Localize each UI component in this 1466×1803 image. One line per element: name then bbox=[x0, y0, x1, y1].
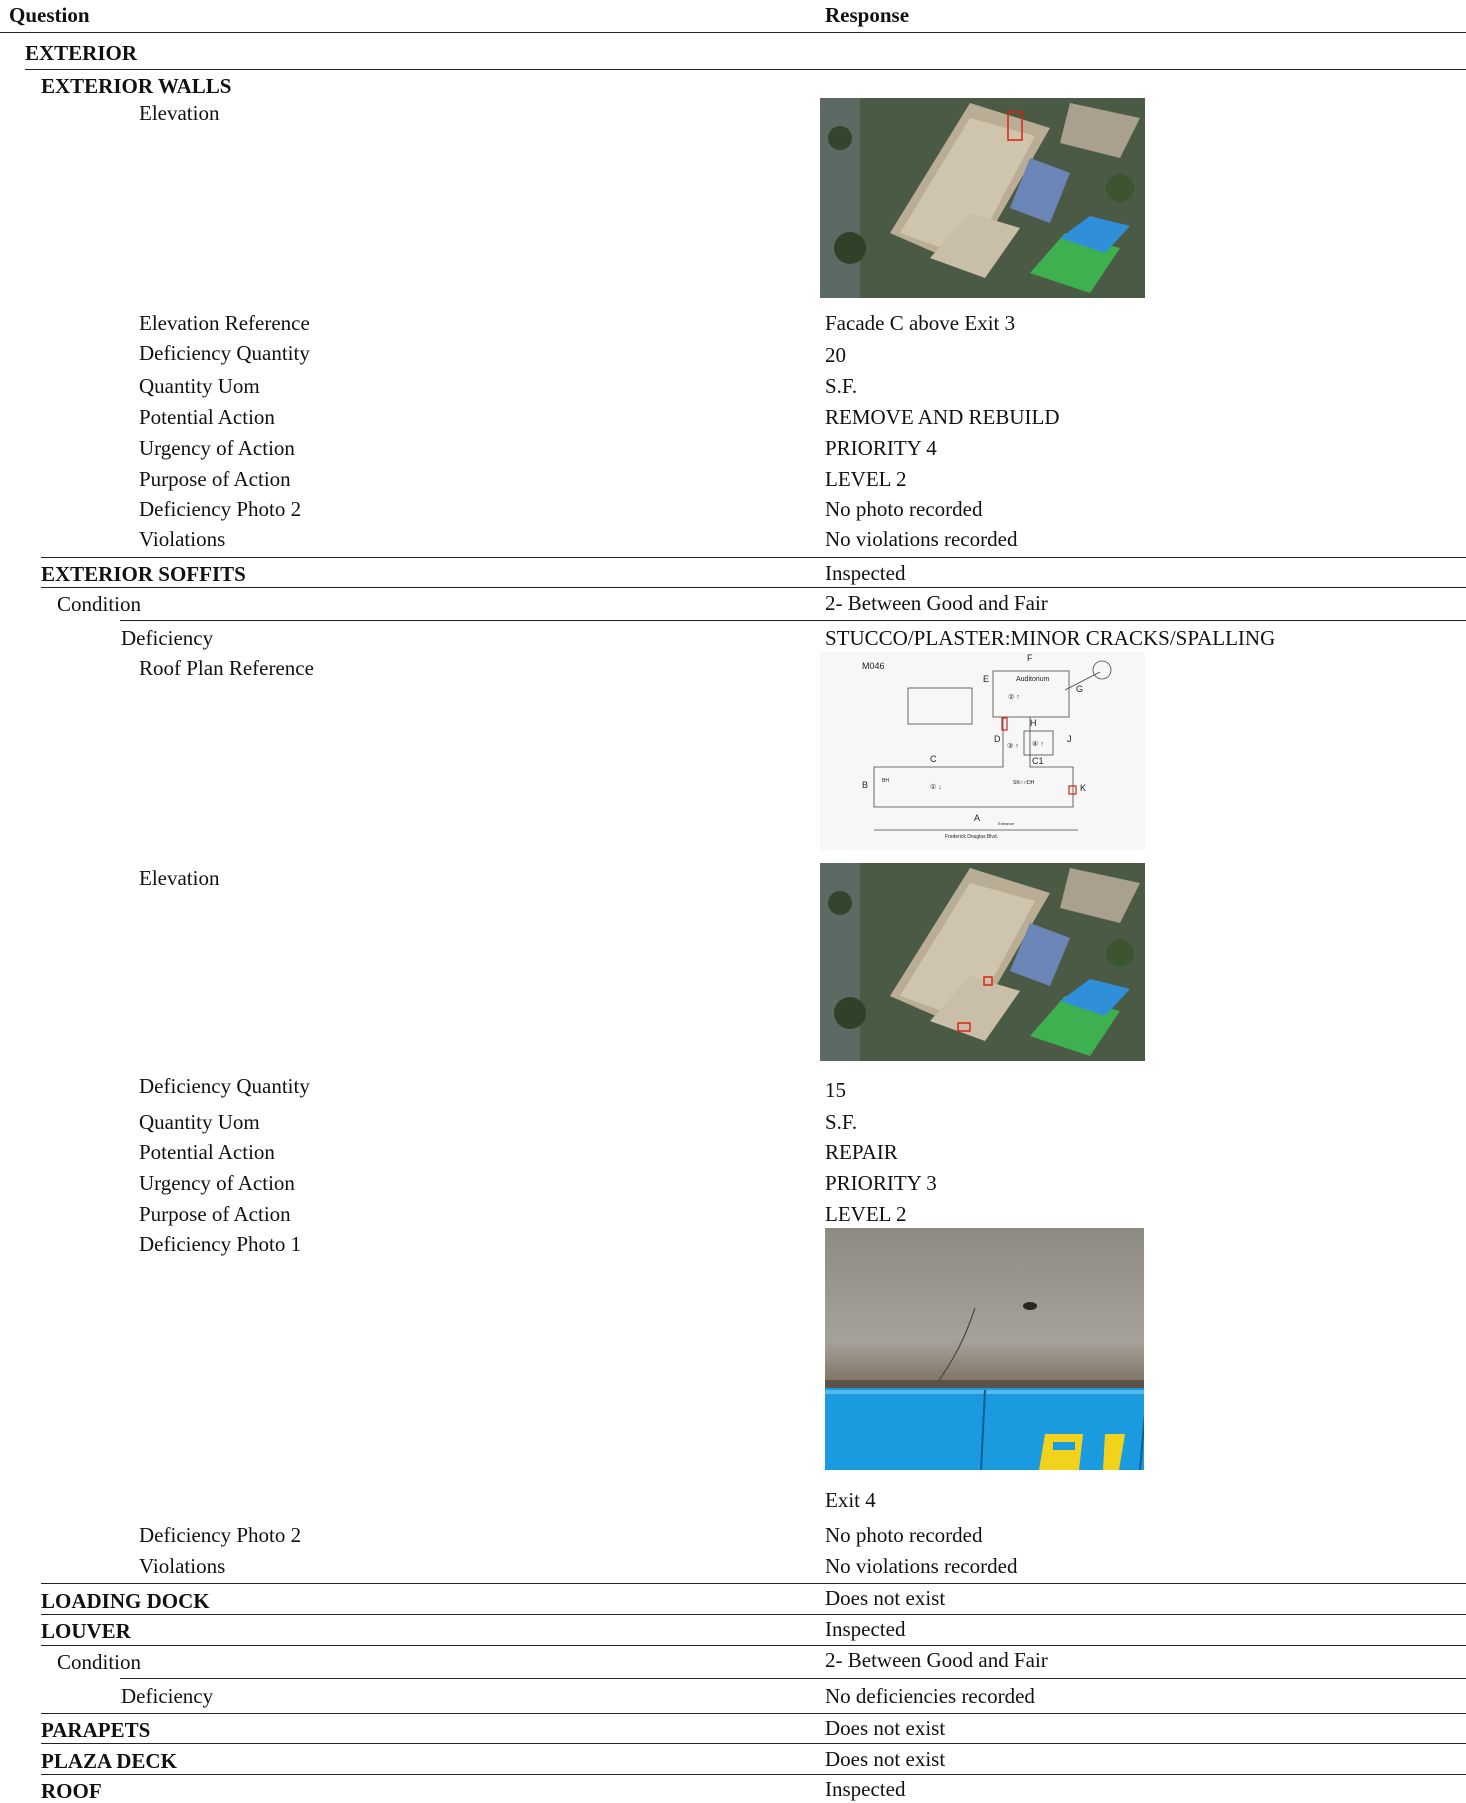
elevation-photo bbox=[820, 98, 1145, 298]
field-label: Deficiency Photo 2 bbox=[139, 497, 302, 521]
section-parapets: PARAPETS bbox=[41, 1718, 151, 1742]
field-value: No photo recorded bbox=[825, 497, 983, 521]
divider bbox=[41, 1713, 1466, 1714]
section-louver: LOUVER bbox=[41, 1619, 131, 1643]
condition-value: 2- Between Good and Fair bbox=[825, 1648, 1048, 1672]
facade-c: C bbox=[930, 754, 937, 764]
divider bbox=[41, 1743, 1466, 1744]
facade-g: G bbox=[1076, 684, 1083, 694]
facade-k: K bbox=[1080, 783, 1086, 793]
field-value: 20 bbox=[825, 343, 846, 367]
elevation-photo bbox=[820, 863, 1145, 1061]
facade-c1: C1 bbox=[1032, 756, 1044, 766]
skylight-label: SK□ □DH bbox=[1013, 780, 1035, 786]
field-value: 15 bbox=[825, 1078, 846, 1102]
field-value: LEVEL 2 bbox=[825, 1202, 907, 1226]
deficiency-label: Deficiency bbox=[121, 626, 214, 650]
field-value: PRIORITY 4 bbox=[825, 436, 937, 460]
divider bbox=[41, 557, 1466, 558]
roof-number-1: ① ↓ bbox=[930, 783, 942, 791]
field-label: Quantity Uom bbox=[139, 374, 260, 398]
field-label: Deficiency Quantity bbox=[139, 1074, 310, 1098]
deficiency-value: No deficiencies recorded bbox=[825, 1684, 1035, 1708]
section-exterior: EXTERIOR bbox=[25, 41, 138, 65]
field-value: Facade C above Exit 3 bbox=[825, 311, 1016, 335]
divider bbox=[41, 1774, 1466, 1775]
field-label: Elevation Reference bbox=[139, 311, 310, 335]
elevation-label: Elevation bbox=[139, 866, 220, 890]
field-value: S.F. bbox=[825, 374, 858, 398]
header-divider bbox=[0, 32, 1466, 33]
field-label: Potential Action bbox=[139, 405, 275, 429]
condition-value: 2- Between Good and Fair bbox=[825, 591, 1048, 615]
field-value: PRIORITY 3 bbox=[825, 1171, 937, 1195]
facade-a: A bbox=[974, 813, 980, 823]
roof-plan-label: Roof Plan Reference bbox=[139, 656, 314, 680]
status-value: Inspected bbox=[825, 1617, 906, 1641]
deficiency-photo-2-label: Deficiency Photo 2 bbox=[139, 1523, 302, 1547]
field-label: Potential Action bbox=[139, 1140, 275, 1164]
status-value: Does not exist bbox=[825, 1586, 946, 1610]
roof-number-3: ③ ↑ bbox=[1007, 742, 1019, 750]
divider bbox=[41, 587, 1466, 588]
field-label: Purpose of Action bbox=[139, 1202, 291, 1226]
field-label: Purpose of Action bbox=[139, 467, 291, 491]
field-label: Urgency of Action bbox=[139, 1171, 295, 1195]
field-label: Urgency of Action bbox=[139, 436, 295, 460]
status-value: Does not exist bbox=[825, 1716, 946, 1740]
section-loading-dock: LOADING DOCK bbox=[41, 1589, 210, 1613]
facade-b: B bbox=[862, 780, 868, 790]
field-label: Violations bbox=[139, 527, 226, 551]
section-roof: ROOF bbox=[41, 1779, 102, 1803]
divider bbox=[120, 620, 1466, 621]
facade-h: H bbox=[1030, 718, 1037, 728]
bulkhead-label: BH bbox=[882, 778, 889, 784]
roof-number-2: ② ↑ bbox=[1008, 693, 1020, 701]
status-value: Inspected bbox=[825, 561, 906, 585]
deficiency-value: STUCCO/PLASTER:MINOR CRACKS/SPALLING bbox=[825, 626, 1276, 650]
field-label: Quantity Uom bbox=[139, 1110, 260, 1134]
deficiency-photo-2-value: No photo recorded bbox=[825, 1523, 983, 1547]
divider bbox=[41, 1645, 1466, 1646]
elevation-label: Elevation bbox=[139, 101, 220, 125]
auditorium-label: Auditorium bbox=[1016, 676, 1050, 683]
question-column-header: Question bbox=[9, 3, 90, 27]
entrance-label: Entrance bbox=[998, 821, 1015, 826]
deficiency-photo-1-label: Deficiency Photo 1 bbox=[139, 1232, 302, 1256]
divider bbox=[41, 1583, 1466, 1584]
field-value: REPAIR bbox=[825, 1140, 898, 1164]
facade-e: E bbox=[983, 674, 989, 684]
field-value: S.F. bbox=[825, 1110, 858, 1134]
facade-d: D bbox=[994, 734, 1001, 744]
field-value: REMOVE AND REBUILD bbox=[825, 405, 1060, 429]
facade-f: F bbox=[1027, 653, 1033, 663]
violations-value: No violations recorded bbox=[825, 1554, 1018, 1578]
street-label: Frederick Douglas Blvd. bbox=[945, 834, 998, 840]
condition-label: Condition bbox=[57, 1650, 142, 1674]
roof-number-4: ④ ↑ bbox=[1032, 740, 1044, 748]
divider bbox=[25, 69, 1466, 70]
divider bbox=[120, 1678, 1466, 1679]
section-plaza-deck: PLAZA DECK bbox=[41, 1749, 177, 1773]
photo-caption: Exit 4 bbox=[825, 1488, 876, 1512]
divider bbox=[41, 1614, 1466, 1615]
status-value: Inspected bbox=[825, 1777, 906, 1801]
response-column-header: Response bbox=[825, 3, 910, 27]
deficiency-label: Deficiency bbox=[121, 1684, 214, 1708]
field-value: No violations recorded bbox=[825, 527, 1018, 551]
status-value: Does not exist bbox=[825, 1747, 946, 1771]
field-label: Deficiency Quantity bbox=[139, 341, 310, 365]
violations-label: Violations bbox=[139, 1554, 226, 1578]
facade-j: J bbox=[1067, 734, 1072, 744]
drawing-code: M046 bbox=[862, 661, 885, 671]
field-value: LEVEL 2 bbox=[825, 467, 907, 491]
section-exterior-walls: EXTERIOR WALLS bbox=[41, 74, 232, 98]
condition-label: Condition bbox=[57, 592, 142, 616]
deficiency-photo-1 bbox=[825, 1228, 1144, 1470]
roof-plan-drawing: M046 Auditorium F E G H D J C C1 B K A B… bbox=[820, 652, 1145, 850]
section-exterior-soffits: EXTERIOR SOFFITS bbox=[41, 562, 246, 586]
